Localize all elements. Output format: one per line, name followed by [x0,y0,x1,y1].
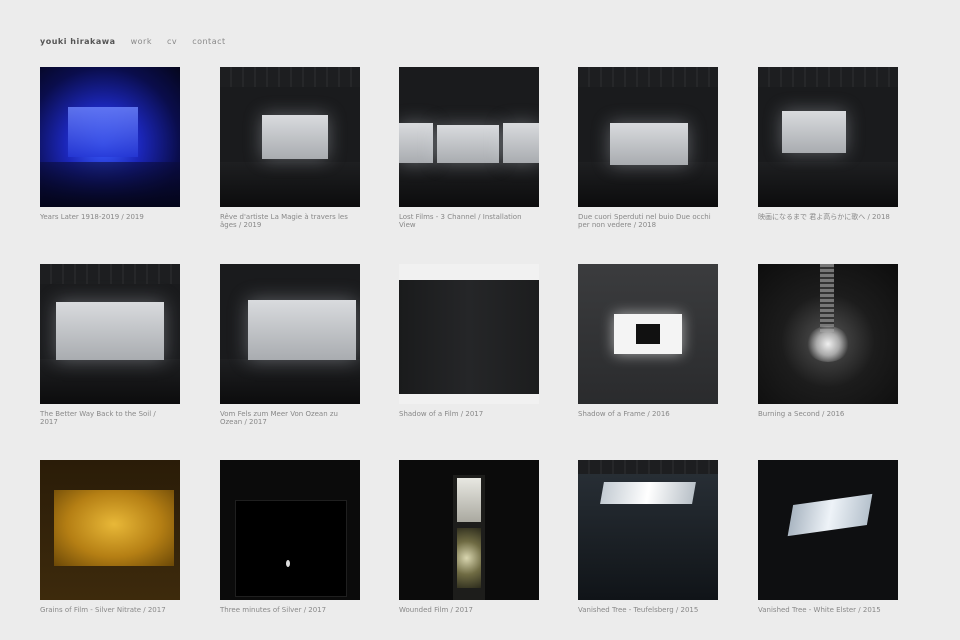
work-thumbnail[interactable] [578,67,718,207]
work-item[interactable]: Vom Fels zum Meer Von Ozean zu Ozean / 2… [220,264,360,426]
work-item[interactable]: Rêve d'artiste La Magie à travers les âg… [220,67,360,229]
work-thumbnail[interactable] [399,264,539,404]
work-caption[interactable]: Shadow of a Film / 2017 [399,410,534,418]
work-thumbnail[interactable] [578,264,718,404]
work-caption[interactable]: Shadow of a Frame / 2016 [578,410,713,418]
work-item[interactable]: Wounded Film / 2017 [399,460,539,614]
work-caption[interactable]: 映画になるまで 君よ高らかに歌へ / 2018 [758,213,893,221]
nav-link-cv[interactable]: cv [167,37,177,46]
nav-link-work[interactable]: work [131,37,152,46]
work-thumbnail[interactable] [40,264,180,404]
work-item[interactable]: Grains of Film - Silver Nitrate / 2017 [40,460,180,614]
work-caption[interactable]: Grains of Film - Silver Nitrate / 2017 [40,606,175,614]
work-item[interactable]: Shadow of a Film / 2017 [399,264,539,418]
work-thumbnail[interactable] [220,67,360,207]
work-caption[interactable]: Wounded Film / 2017 [399,606,534,614]
work-caption[interactable]: Vanished Tree - White Elster / 2015 [758,606,893,614]
nav-link-contact[interactable]: contact [192,37,225,46]
work-thumbnail[interactable] [758,67,898,207]
work-thumbnail[interactable] [758,264,898,404]
work-thumbnail[interactable] [758,460,898,600]
work-thumbnail[interactable] [220,264,360,404]
work-item[interactable]: Burning a Second / 2016 [758,264,898,418]
work-caption[interactable]: Years Later 1918-2019 / 2019 [40,213,175,221]
work-item[interactable]: Vanished Tree - White Elster / 2015 [758,460,898,614]
work-item[interactable]: Vanished Tree - Teufelsberg / 2015 [578,460,718,614]
work-item[interactable]: The Better Way Back to the Soil / 2017 [40,264,180,426]
work-item[interactable]: Due cuori Sperduti nel buio Due occhi pe… [578,67,718,229]
work-item[interactable]: Lost Films - 3 Channel / Installation Vi… [399,67,539,229]
work-item[interactable]: Years Later 1918-2019 / 2019 [40,67,180,221]
work-caption[interactable]: Burning a Second / 2016 [758,410,893,418]
work-thumbnail[interactable] [40,460,180,600]
work-caption[interactable]: Three minutes of Silver / 2017 [220,606,355,614]
site-title[interactable]: youki hirakawa [40,37,116,46]
work-item[interactable]: Three minutes of Silver / 2017 [220,460,360,614]
work-caption[interactable]: Due cuori Sperduti nel buio Due occhi pe… [578,213,713,229]
work-caption[interactable]: Vanished Tree - Teufelsberg / 2015 [578,606,713,614]
work-thumbnail[interactable] [578,460,718,600]
work-item[interactable]: Shadow of a Frame / 2016 [578,264,718,418]
site-nav: youki hirakawa work cv contact [40,37,238,46]
work-caption[interactable]: Rêve d'artiste La Magie à travers les âg… [220,213,355,229]
work-caption[interactable]: Vom Fels zum Meer Von Ozean zu Ozean / 2… [220,410,355,426]
work-thumbnail[interactable] [220,460,360,600]
work-thumbnail[interactable] [40,67,180,207]
work-caption[interactable]: Lost Films - 3 Channel / Installation Vi… [399,213,534,229]
work-thumbnail[interactable] [399,67,539,207]
work-caption[interactable]: The Better Way Back to the Soil / 2017 [40,410,175,426]
work-item[interactable]: 映画になるまで 君よ高らかに歌へ / 2018 [758,67,898,221]
work-thumbnail[interactable] [399,460,539,600]
